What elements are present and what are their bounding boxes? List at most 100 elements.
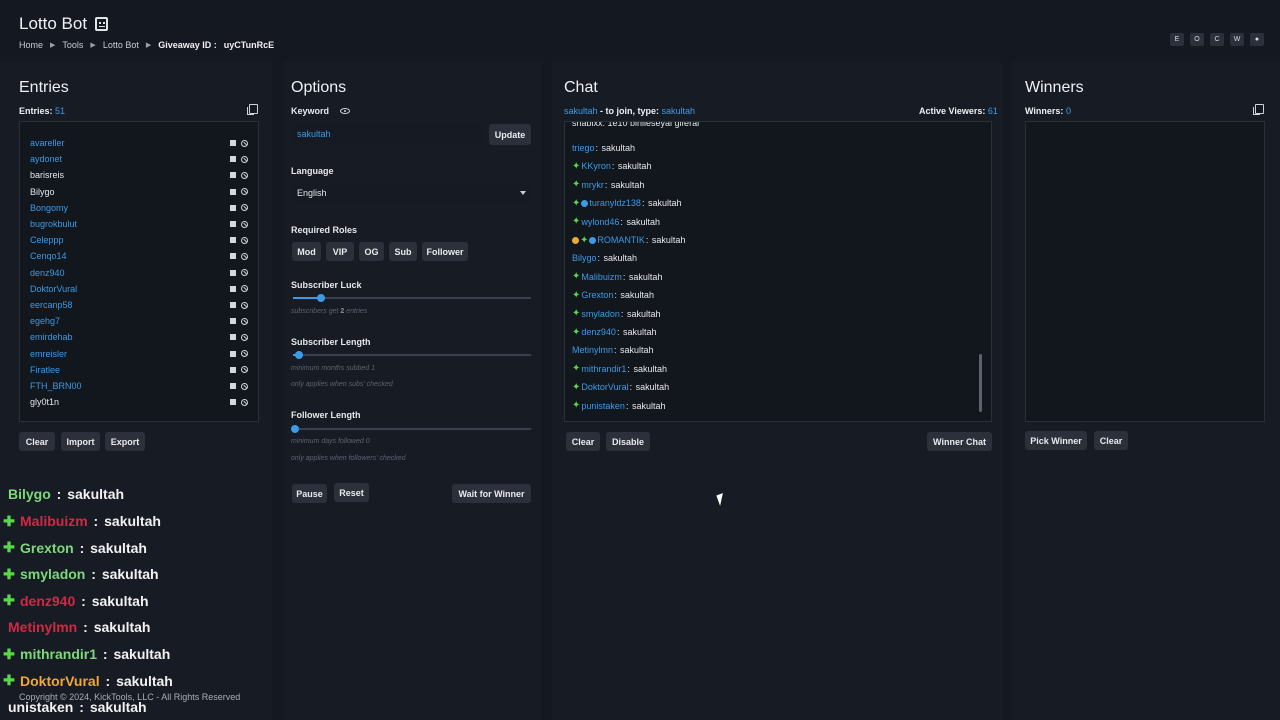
entries-import-button[interactable]: Import bbox=[61, 432, 100, 451]
chat-username[interactable]: wylond46 bbox=[581, 217, 619, 227]
ban-icon[interactable] bbox=[241, 171, 248, 179]
ban-icon[interactable] bbox=[241, 204, 248, 212]
chat-disable-button[interactable]: Disable bbox=[606, 432, 650, 451]
chat-username[interactable]: turanyldz138 bbox=[589, 198, 641, 208]
breadcrumb-current[interactable]: Lotto Bot bbox=[103, 40, 139, 50]
winners-clear-button[interactable]: Clear bbox=[1094, 431, 1128, 450]
square-icon[interactable] bbox=[230, 253, 236, 260]
square-icon[interactable] bbox=[230, 383, 236, 389]
corner-button-o[interactable]: O bbox=[1190, 33, 1204, 46]
winners-copy-icon[interactable] bbox=[1253, 104, 1264, 115]
follower-length-slider[interactable] bbox=[291, 425, 299, 433]
winners-count-label: Winners: bbox=[1025, 106, 1064, 116]
square-icon[interactable] bbox=[230, 156, 236, 163]
overlay-text: sakultah bbox=[116, 672, 173, 689]
chat-username[interactable]: Grexton bbox=[581, 290, 613, 300]
theme-toggle-icon[interactable]: ● bbox=[1250, 33, 1264, 46]
chat-username[interactable]: mithrandir1 bbox=[581, 364, 626, 374]
eye-icon[interactable] bbox=[340, 108, 350, 114]
chat-username[interactable]: punistaken bbox=[581, 401, 625, 411]
entry-name: emirdehab bbox=[30, 332, 73, 343]
role-sub-button[interactable]: Sub bbox=[389, 242, 417, 261]
square-icon[interactable] bbox=[230, 204, 236, 211]
chat-username[interactable]: Metinylmn bbox=[572, 345, 613, 355]
chat-username[interactable]: KKyron bbox=[581, 161, 611, 171]
overlay-username: Metinylmn bbox=[8, 619, 78, 635]
entry-name: avareller bbox=[30, 138, 65, 148]
square-icon[interactable] bbox=[230, 237, 236, 244]
square-icon[interactable] bbox=[230, 366, 236, 373]
entries-export-button[interactable]: Export bbox=[105, 432, 145, 451]
ban-icon[interactable] bbox=[241, 382, 248, 390]
role-og-button[interactable]: OG bbox=[359, 242, 384, 261]
star-badge-icon: ✦ bbox=[572, 400, 581, 412]
corner-button-w[interactable]: W bbox=[1230, 33, 1244, 46]
square-icon[interactable] bbox=[230, 318, 236, 325]
role-vip-button[interactable]: VIP bbox=[326, 242, 354, 261]
copy-icon[interactable] bbox=[247, 104, 258, 115]
ban-icon[interactable] bbox=[241, 350, 248, 358]
chat-username[interactable]: triego bbox=[572, 143, 595, 153]
chat-username[interactable]: mrykr bbox=[581, 180, 604, 190]
pick-winner-button[interactable]: Pick Winner bbox=[1025, 431, 1087, 450]
square-icon[interactable] bbox=[230, 399, 236, 406]
chat-scrollbar[interactable] bbox=[979, 354, 982, 412]
chat-username[interactable]: denz940 bbox=[581, 327, 616, 337]
chat-username[interactable]: Bilygo bbox=[572, 253, 597, 263]
square-icon[interactable] bbox=[230, 334, 236, 341]
chat-username[interactable]: ROMANTIK bbox=[597, 235, 645, 245]
ban-icon[interactable] bbox=[241, 252, 248, 260]
footer-copyright: Copyright © 2024, KickTools, LLC - All R… bbox=[19, 692, 241, 702]
role-follower-button[interactable]: Follower bbox=[422, 242, 468, 261]
chat-text: sakultah bbox=[647, 198, 682, 209]
subscriber-length-slider[interactable] bbox=[295, 351, 303, 359]
chat-username[interactable]: Malibuizm bbox=[581, 272, 622, 282]
overlay-colon: : bbox=[75, 539, 89, 556]
chat-text: sakultah bbox=[610, 179, 645, 190]
ban-icon[interactable] bbox=[241, 333, 248, 341]
square-icon[interactable] bbox=[230, 172, 236, 179]
ban-icon[interactable] bbox=[241, 188, 248, 196]
corner-button-c[interactable]: C bbox=[1210, 33, 1224, 46]
breadcrumb-tools[interactable]: Tools bbox=[62, 40, 83, 50]
ban-icon[interactable] bbox=[241, 155, 248, 163]
corner-button-e[interactable]: E bbox=[1170, 33, 1184, 46]
ban-icon[interactable] bbox=[241, 236, 248, 244]
square-icon[interactable] bbox=[230, 221, 236, 227]
breadcrumb-home[interactable]: Home bbox=[19, 40, 43, 50]
entries-clear-button[interactable]: Clear bbox=[19, 432, 55, 451]
square-icon[interactable] bbox=[230, 188, 236, 195]
ban-icon[interactable] bbox=[241, 220, 248, 228]
ban-icon[interactable] bbox=[241, 301, 248, 309]
entry-row: Firatlee bbox=[30, 362, 248, 378]
chat-clear-button[interactable]: Clear bbox=[566, 432, 600, 451]
ban-icon[interactable] bbox=[241, 139, 248, 147]
star-badge-icon: ✦ bbox=[572, 289, 581, 301]
wait-for-winner-button[interactable]: Wait for Winner bbox=[452, 484, 531, 503]
chat-colon: : bbox=[614, 345, 620, 356]
ban-icon[interactable] bbox=[241, 366, 248, 374]
ban-icon[interactable] bbox=[241, 398, 248, 406]
language-select[interactable]: English bbox=[291, 183, 531, 203]
ban-icon[interactable] bbox=[241, 285, 248, 293]
square-icon[interactable] bbox=[230, 140, 236, 146]
square-icon[interactable] bbox=[230, 285, 236, 292]
chat-text: sakultah bbox=[635, 382, 670, 393]
square-icon[interactable] bbox=[230, 302, 236, 308]
winners-list bbox=[1025, 121, 1265, 422]
overlay-colon: : bbox=[101, 672, 115, 689]
keyword-input[interactable]: sakultah bbox=[291, 124, 483, 144]
ban-icon[interactable] bbox=[241, 317, 248, 325]
reset-button[interactable]: Reset bbox=[334, 483, 369, 502]
chat-log[interactable]: shabixx: 1e10 birilleseyal giferal trieg… bbox=[564, 121, 992, 422]
keyword-update-button[interactable]: Update bbox=[489, 124, 531, 145]
chat-username[interactable]: DoktorVural bbox=[581, 382, 628, 392]
role-mod-button[interactable]: Mod bbox=[292, 242, 321, 261]
pause-button[interactable]: Pause bbox=[292, 484, 327, 503]
subscriber-luck-slider[interactable] bbox=[317, 294, 325, 302]
square-icon[interactable] bbox=[230, 269, 236, 276]
chat-username[interactable]: smyladon bbox=[581, 309, 620, 319]
ban-icon[interactable] bbox=[241, 269, 248, 277]
square-icon[interactable] bbox=[230, 350, 236, 357]
winner-chat-button[interactable]: Winner Chat bbox=[927, 432, 992, 451]
